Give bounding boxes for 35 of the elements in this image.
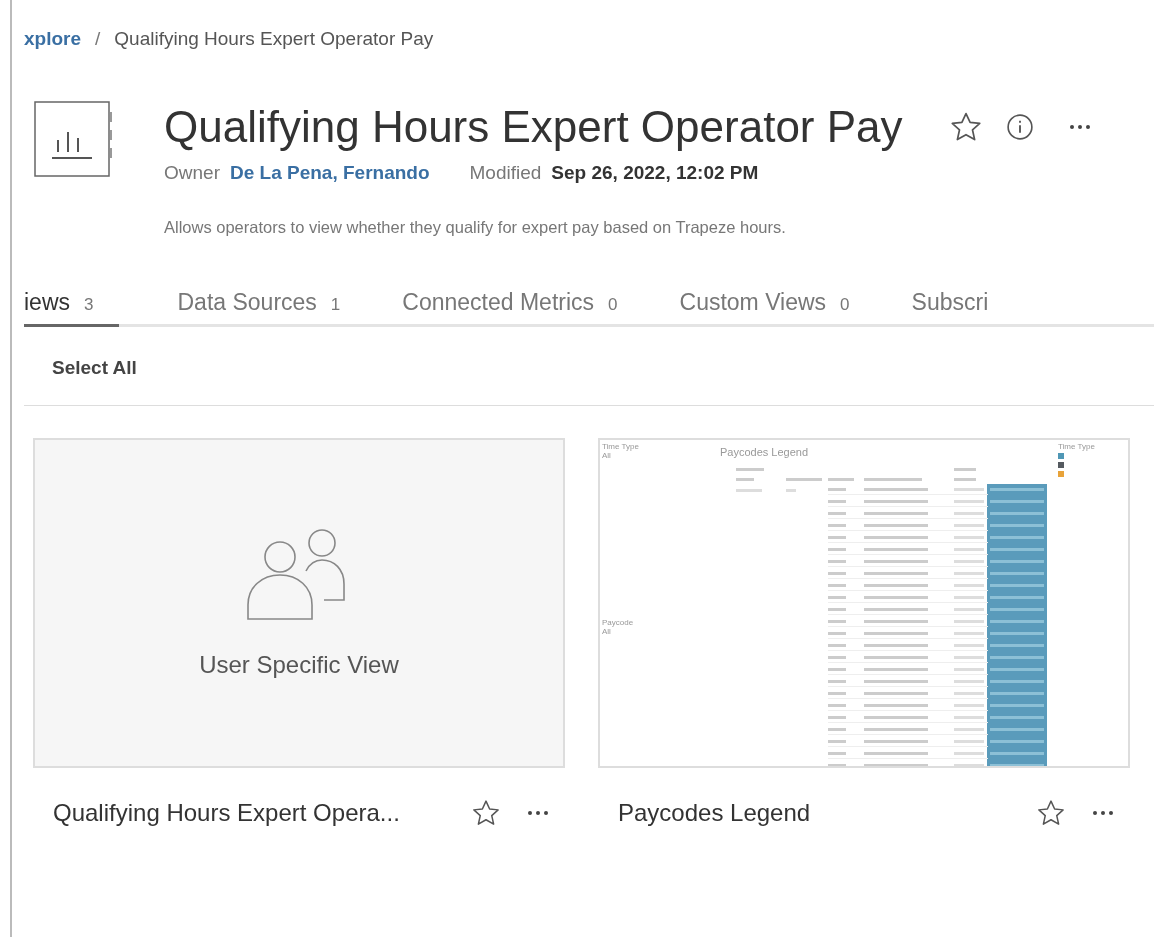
more-button[interactable] — [525, 808, 551, 818]
view-thumbnail[interactable]: Time Type All Paycode All Paycodes Legend Time Type — [598, 438, 1130, 768]
owner-label: Owner — [164, 162, 220, 184]
legend-title: Time Type — [1058, 442, 1095, 451]
workbook-description: Allows operators to view whether they qualify for expert pay based on Trapeze hours. — [164, 218, 787, 237]
thumbnail-title: Paycodes Legend — [720, 446, 809, 458]
workbook-title: Qualifying Hours Expert Operator Pay — [164, 102, 903, 152]
filter-value: All — [602, 451, 611, 460]
info-icon — [1004, 112, 1035, 142]
modified-date: Sep 26, 2022, 12:02 PM — [551, 162, 759, 184]
view-name-link[interactable]: Qualifying Hours Expert Opera... — [53, 799, 469, 827]
owner-link[interactable]: De La Pena, Fernando — [229, 162, 430, 184]
tab[interactable]: Connected Metrics 0 — [402, 289, 622, 327]
filter-label: Time Type — [602, 442, 639, 451]
more-icon — [527, 810, 549, 816]
more-icon — [1092, 810, 1114, 816]
view-name-link[interactable]: Paycodes Legend — [618, 799, 1034, 827]
breadcrumb-link[interactable]: xplore — [24, 28, 82, 50]
select-all-button[interactable]: Select All — [52, 357, 137, 379]
more-button[interactable] — [1090, 808, 1116, 818]
tab[interactable]: Custom Views 0 — [679, 289, 854, 327]
tab[interactable]: Data Sources 1 — [177, 289, 345, 327]
workbook-icon — [34, 100, 114, 180]
star-icon — [1036, 798, 1066, 828]
more-icon — [1068, 124, 1091, 130]
breadcrumb-separator: / — [95, 28, 101, 50]
thumbnail-label: User Specific View — [199, 651, 399, 679]
view-thumbnail[interactable]: User Specific View — [33, 438, 565, 768]
modified-label: Modified — [469, 162, 542, 184]
tab[interactable]: iews 3 — [24, 289, 120, 327]
star-icon — [471, 798, 501, 828]
filter-value: All — [602, 627, 611, 636]
tab[interactable]: Subscri — [911, 289, 993, 327]
filter-label: Paycode — [602, 618, 634, 627]
breadcrumb-current: Qualifying Hours Expert Operator Pay — [114, 28, 434, 50]
